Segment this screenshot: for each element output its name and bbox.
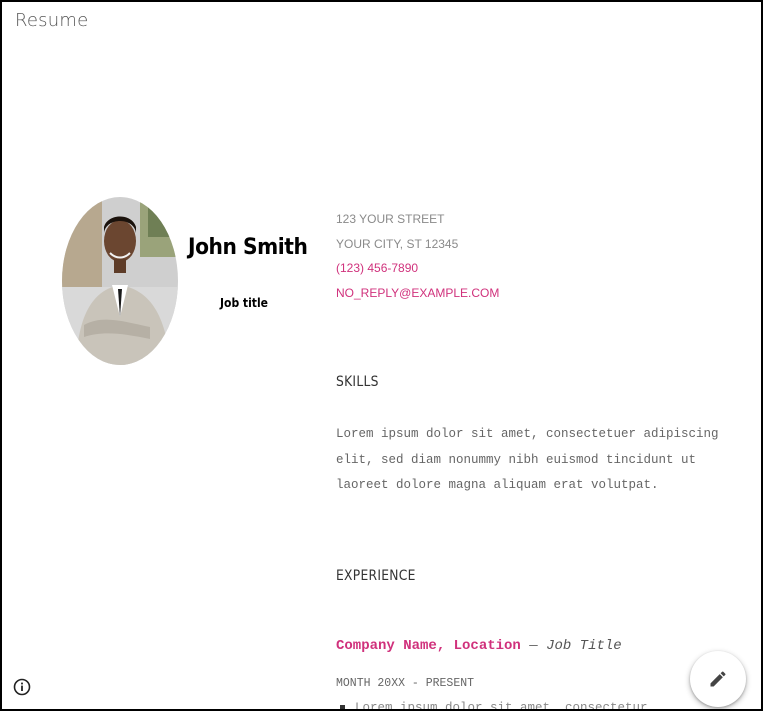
edit-button[interactable]: [690, 651, 746, 707]
document-frame: Resume John Smith Job title 123 Your Str…: [0, 0, 763, 711]
pencil-icon: [710, 671, 726, 687]
contact-phone[interactable]: (123) 456-7890: [336, 256, 499, 281]
skills-heading: SKILLS: [336, 374, 379, 390]
experience-dates: Month 20XX - Present: [336, 677, 475, 690]
document-title: Resume: [15, 10, 89, 31]
experience-heading: EXPERIENCE: [336, 568, 416, 584]
experience-company: Company Name, Location: [336, 638, 521, 654]
contact-street: 123 Your Street: [336, 212, 445, 226]
experience-bullet-text: Lorem ipsum dolor sit amet, consectetur: [355, 701, 648, 711]
experience-separator: —: [520, 638, 547, 654]
experience-bullet: Lorem ipsum dolor sit amet, consectetur: [340, 701, 648, 711]
experience-role: Job Title: [546, 638, 622, 654]
profile-name: John Smith: [188, 235, 308, 260]
profile-photo: [62, 197, 178, 365]
experience-entry-title: Company Name, Location — Job Title: [336, 638, 622, 654]
contact-email[interactable]: no_reply@example.com: [336, 281, 499, 306]
info-icon: [13, 678, 31, 696]
bullet-dot: [340, 705, 345, 709]
contact-block: 123 Your Street Your City, ST 12345 (123…: [336, 207, 499, 305]
skills-text: Lorem ipsum dolor sit amet, consectetuer…: [336, 427, 719, 492]
contact-city: Your City, ST 12345: [336, 236, 459, 251]
profile-photo-image: [62, 197, 178, 365]
profile-job-title: Job title: [220, 296, 268, 310]
info-button[interactable]: [13, 678, 31, 696]
